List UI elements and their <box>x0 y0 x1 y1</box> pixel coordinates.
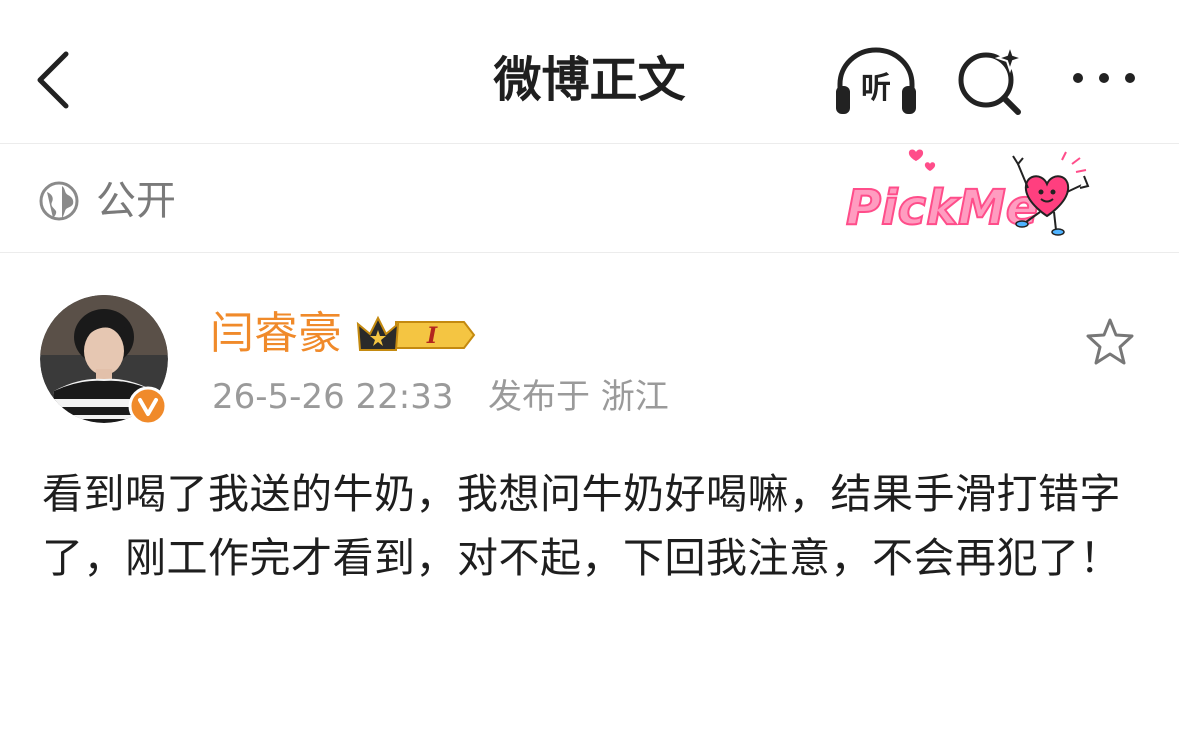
favorite-button[interactable] <box>1084 316 1136 368</box>
visibility-label: 公开 <box>96 178 176 224</box>
post-text: 看到喝了我送的牛奶，我想问牛奶好喝嘛，结果手滑打错字了，刚工作完才看到，对不起，… <box>42 470 1121 582</box>
search-button[interactable] <box>952 42 1032 118</box>
verified-badge-icon <box>128 386 168 426</box>
sparkle-search-icon <box>958 42 1026 115</box>
headphones-icon: 听 <box>836 47 916 114</box>
listen-button[interactable]: 听 <box>832 42 920 118</box>
back-button[interactable] <box>28 44 88 116</box>
more-button[interactable] <box>1068 56 1140 100</box>
vip-crown-badge-icon[interactable]: I <box>356 312 476 358</box>
more-dots-icon <box>1073 73 1135 83</box>
chevron-left-icon <box>37 51 69 109</box>
vip-level: I <box>426 323 438 349</box>
author-name[interactable]: 闫睿豪 <box>210 306 342 362</box>
post-location: 发布于 浙江 <box>488 377 669 417</box>
post-time: 26-5-26 22:33 <box>212 377 454 417</box>
star-outline-icon <box>1086 318 1134 365</box>
pickme-sticker: PickMe <box>842 146 1098 242</box>
globe-icon <box>39 181 79 221</box>
pickme-heart-sticker-icon: PickMe <box>845 149 1090 237</box>
top-nav-bar: 微博正文 听 <box>0 0 1179 144</box>
listen-label: 听 <box>861 71 891 106</box>
sticker-text: PickMe <box>846 180 1038 236</box>
